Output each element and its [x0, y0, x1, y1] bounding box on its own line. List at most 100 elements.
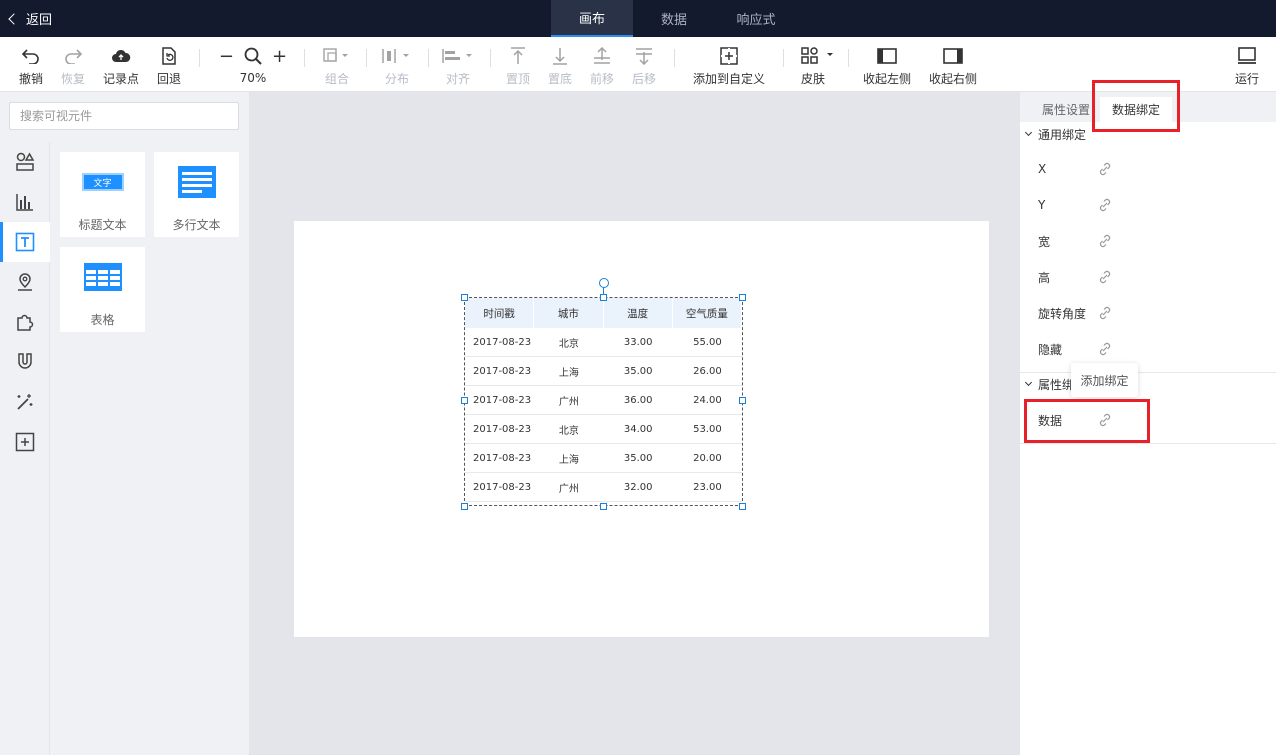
left-panel: 文字 标题文本 多行文本 表格 [0, 92, 250, 755]
tab-responsive[interactable]: 响应式 [715, 0, 797, 37]
right-panel-tabs: 属性设置 数据绑定 [1020, 92, 1276, 122]
binding-row-x: X [1038, 151, 1268, 187]
table-cell: 20.00 [693, 452, 722, 464]
back-label: 返回 [26, 13, 53, 28]
arrow-bottom-icon [552, 45, 568, 67]
table-row: 2017-08-23 1 广州 36.00 24.00 [465, 386, 742, 415]
resize-handle-nw[interactable] [461, 294, 468, 301]
file-rollback-icon [161, 45, 177, 67]
arrow-top-icon [510, 45, 526, 67]
run-button[interactable]: 运行 [1233, 37, 1261, 92]
rail-item-custom[interactable] [0, 422, 50, 462]
binding-row-height: 高 [1038, 259, 1268, 295]
rail-item-charts[interactable] [0, 182, 50, 222]
collapse-left-button[interactable]: 收起左侧 [862, 37, 912, 92]
link-icon[interactable] [1098, 306, 1112, 320]
rail-item-text[interactable] [0, 222, 50, 262]
table-header: 时间戳 城市 温度 空气质量 [465, 298, 742, 328]
header-cell: 时间戳 [465, 298, 535, 328]
header-cell: 空气质量 [673, 298, 742, 328]
search-input[interactable] [9, 102, 239, 130]
resize-handle-n[interactable] [600, 294, 607, 301]
mode-tabs: 画布 数据 响应式 [551, 0, 797, 37]
link-icon[interactable] [1098, 270, 1112, 284]
resize-handle-sw[interactable] [461, 503, 468, 510]
redo-button[interactable]: 恢复 [58, 37, 88, 92]
resize-handle-w[interactable] [461, 397, 468, 404]
bring-to-top-button[interactable]: 置顶 [504, 37, 532, 92]
bar-chart-icon [16, 194, 33, 211]
table-cell: 2017-08-23 1 [473, 365, 535, 377]
tab-data[interactable]: 数据 [633, 0, 715, 37]
table-row: 2017-08-23 1 北京 34.00 53.00 [465, 415, 742, 444]
common-binding-section[interactable]: 通用绑定 [1020, 122, 1276, 146]
rotate-handle[interactable] [599, 278, 609, 288]
link-icon[interactable] [1098, 234, 1112, 248]
table-cell: 23.00 [693, 481, 722, 493]
snapshot-button[interactable]: 记录点 [101, 37, 141, 92]
tab-property-settings[interactable]: 属性设置 [1032, 97, 1100, 122]
link-icon[interactable] [1098, 413, 1112, 427]
chevron-left-icon [8, 12, 20, 25]
align-icon [441, 45, 475, 67]
resize-handle-e[interactable] [739, 397, 746, 404]
table-icon [83, 261, 122, 293]
selected-table-widget[interactable]: 时间戳 城市 温度 空气质量 2017-08-23 1 北京 33.00 55.… [464, 297, 743, 506]
rollback-button[interactable]: 回退 [154, 37, 184, 92]
add-to-custom-button[interactable]: 添加到自定义 [690, 37, 768, 92]
attribute-binding-section[interactable]: 属性绑 [1020, 372, 1276, 396]
link-icon[interactable] [1098, 342, 1112, 356]
monitor-icon [1237, 45, 1257, 67]
rail-item-shapes[interactable] [0, 142, 50, 182]
resize-handle-ne[interactable] [739, 294, 746, 301]
collapse-right-icon [943, 45, 963, 67]
header-cell: 温度 [604, 298, 673, 328]
binding-row-data: 数据 [1038, 402, 1268, 438]
rail-item-magnet[interactable] [0, 342, 50, 382]
search-icon [244, 47, 262, 68]
link-icon[interactable] [1098, 198, 1112, 212]
table-cell: 2017-08-23 1 [473, 452, 535, 464]
component-list: 文字 标题文本 多行文本 表格 [50, 142, 249, 755]
shapes-icon [16, 152, 35, 171]
magic-wand-icon [17, 394, 33, 410]
zoom-out-icon[interactable]: − [219, 48, 234, 66]
undo-button[interactable]: 撤销 [16, 37, 46, 92]
resize-handle-s[interactable] [600, 503, 607, 510]
group-icon [323, 45, 351, 67]
rail-item-plugins[interactable] [0, 302, 50, 342]
align-button[interactable]: 对齐 [442, 37, 474, 92]
category-rail [0, 142, 50, 755]
back-button[interactable]: 返回 [8, 0, 52, 37]
skin-button[interactable]: 皮肤 [800, 37, 838, 92]
rail-item-magic[interactable] [0, 382, 50, 422]
table-row: 2017-08-23 1 北京 33.00 55.00 [465, 328, 742, 357]
component-table[interactable]: 表格 [60, 247, 145, 332]
send-to-bottom-button[interactable]: 置底 [546, 37, 574, 92]
send-backward-button[interactable]: 后移 [630, 37, 658, 92]
table-cell: 34.00 [623, 423, 653, 435]
collapse-right-button[interactable]: 收起右侧 [928, 37, 978, 92]
zoom-in-icon[interactable]: + [272, 48, 287, 66]
tab-canvas[interactable]: 画布 [551, 0, 633, 37]
component-multiline-text[interactable]: 多行文本 [154, 152, 239, 237]
tab-data-binding[interactable]: 数据绑定 [1100, 97, 1172, 122]
table-cell: 26.00 [693, 365, 722, 377]
table-cell: 北京 [558, 425, 579, 437]
skin-icon [801, 45, 837, 67]
puzzle-icon [17, 314, 34, 331]
binding-row-y: Y [1038, 187, 1268, 223]
table-cell: 2017-08-23 1 [473, 336, 535, 348]
component-title-text[interactable]: 文字 标题文本 [60, 152, 145, 237]
group-button[interactable]: 组合 [320, 37, 354, 92]
table-cell: 北京 [558, 338, 579, 350]
custom-component-icon [15, 432, 35, 452]
resize-handle-se[interactable] [739, 503, 746, 510]
distribute-button[interactable]: 分布 [380, 37, 414, 92]
add-component-icon [720, 45, 738, 67]
rail-item-map[interactable] [0, 262, 50, 302]
link-icon[interactable] [1098, 162, 1112, 176]
map-pin-icon [18, 273, 32, 291]
bring-forward-button[interactable]: 前移 [588, 37, 616, 92]
cloud-upload-icon [111, 45, 131, 67]
